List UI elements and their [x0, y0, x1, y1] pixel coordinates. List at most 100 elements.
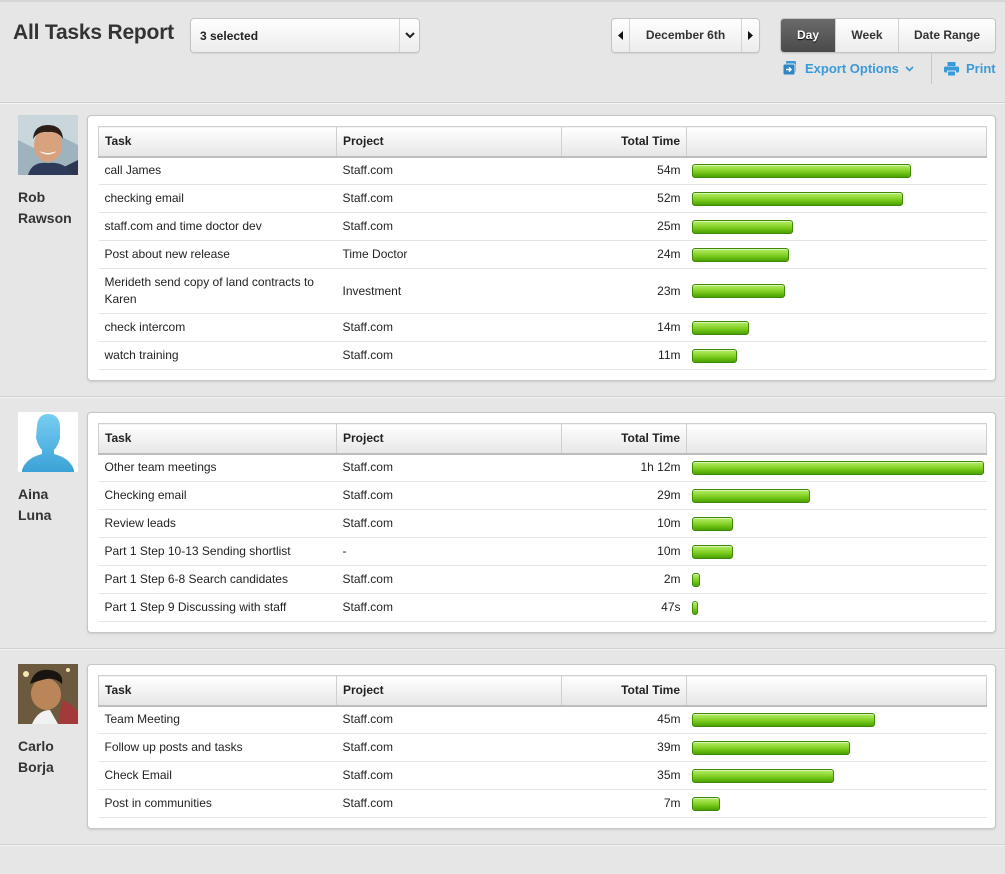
time-bar-cell [686, 733, 987, 762]
total-time: 45m [561, 705, 687, 734]
task-table: Task Project Total Time call James Staff.… [98, 126, 987, 370]
table-row[interactable]: Post in communities Staff.com 7m [98, 789, 987, 818]
total-time: 10m [561, 537, 687, 566]
table-row[interactable]: staff.com and time doctor dev Staff.com 25… [98, 212, 987, 241]
project-name: Staff.com [336, 733, 562, 762]
user-select-dropdown[interactable]: 3 selected [190, 18, 420, 53]
time-bar-cell [686, 565, 987, 594]
time-bar [691, 796, 720, 811]
table-row[interactable]: checking email Staff.com 52m [98, 184, 987, 213]
print-label: Print [966, 61, 996, 76]
time-bar-cell [686, 313, 987, 342]
current-date[interactable]: December 6th [630, 19, 741, 52]
user-first-name: Aina [18, 486, 49, 502]
time-bar [691, 516, 733, 531]
column-header-bar [686, 423, 987, 455]
user-first-name: Carlo [18, 738, 54, 754]
table-row[interactable]: watch training Staff.com 11m [98, 341, 987, 370]
column-header-project[interactable]: Project [336, 675, 562, 707]
total-time: 2m [561, 565, 687, 594]
time-bar-cell [686, 268, 987, 314]
time-bar [691, 163, 911, 178]
task-name: Part 1 Step 10-13 Sending shortlist [98, 537, 337, 566]
export-options-button[interactable]: Export Options [782, 61, 914, 76]
time-bar-cell [686, 156, 987, 185]
table-header: Task Project Total Time [98, 126, 987, 158]
table-row[interactable]: call James Staff.com 54m [98, 156, 987, 185]
column-header-project[interactable]: Project [336, 423, 562, 455]
project-name: Staff.com [336, 341, 562, 370]
time-bar-cell [686, 509, 987, 538]
time-bar-cell [686, 453, 987, 482]
column-header-task[interactable]: Task [98, 423, 337, 455]
triangle-left-icon [618, 31, 623, 40]
total-time: 1h 12m [561, 453, 687, 482]
table-row[interactable]: Merideth send copy of land contracts to … [98, 268, 987, 314]
table-row[interactable]: check intercom Staff.com 14m [98, 313, 987, 342]
user-last-name: Borja [18, 759, 54, 775]
task-card: Task Project Total Time Other team meeti… [87, 412, 996, 633]
tab-week[interactable]: Week [835, 19, 898, 52]
tab-date-range[interactable]: Date Range [898, 19, 995, 52]
table-row[interactable]: Other team meetings Staff.com 1h 12m [98, 453, 987, 482]
table-row[interactable]: Part 1 Step 10-13 Sending shortlist -10m [98, 537, 987, 566]
total-time: 35m [561, 761, 687, 790]
triangle-right-icon [748, 31, 753, 40]
table-row[interactable]: Post about new release Time Doctor 24m [98, 240, 987, 269]
task-table: Task Project Total Time Team Meeting Staf… [98, 675, 987, 818]
table-row[interactable]: Team Meeting Staff.com 45m [98, 705, 987, 734]
print-button[interactable]: Print [944, 61, 996, 76]
task-name: Post in communities [98, 789, 337, 818]
user-last-name: Luna [18, 507, 52, 523]
column-header-total-time[interactable]: Total Time [561, 423, 687, 455]
table-row[interactable]: Review leads Staff.com 10m [98, 509, 987, 538]
project-name: Staff.com [336, 156, 562, 185]
time-bar [691, 768, 834, 783]
table-row[interactable]: Follow up posts and tasks Staff.com 39m [98, 733, 987, 762]
table-row[interactable]: Part 1 Step 9 Discussing with staff Staff… [98, 593, 987, 622]
date-navigator: December 6th [611, 18, 760, 53]
column-header-project[interactable]: Project [336, 126, 562, 158]
task-name: Post about new release [98, 240, 337, 269]
avatar [18, 412, 78, 472]
column-header-task[interactable]: Task [98, 675, 337, 707]
task-name: Check Email [98, 761, 337, 790]
task-card: Task Project Total Time Team Meeting Staf… [87, 664, 996, 829]
column-header-total-time[interactable]: Total Time [561, 126, 687, 158]
divider [0, 102, 1005, 104]
chevron-down-icon[interactable] [399, 19, 419, 52]
time-bar [691, 284, 785, 298]
project-name: Staff.com [336, 509, 562, 538]
user-name: Rob Rawson [18, 187, 82, 229]
project-name: Staff.com [336, 565, 562, 594]
project-name: Staff.com [336, 761, 562, 790]
time-bar [691, 219, 793, 234]
next-day-button[interactable] [741, 19, 759, 52]
time-bar-cell [686, 341, 987, 370]
previous-day-button[interactable] [612, 19, 630, 52]
time-bar-cell [686, 240, 987, 269]
user-name: Aina Luna [18, 484, 82, 526]
project-name: Staff.com [336, 705, 562, 734]
total-time: 23m [561, 268, 687, 314]
project-name: Staff.com [336, 453, 562, 482]
table-row[interactable]: Checking email Staff.com 29m [98, 481, 987, 510]
table-row[interactable]: Check Email Staff.com 35m [98, 761, 987, 790]
total-time: 39m [561, 733, 687, 762]
total-time: 7m [561, 789, 687, 818]
time-bar-cell [686, 212, 987, 241]
task-name: Team Meeting [98, 705, 337, 734]
task-name: checking email [98, 184, 337, 213]
total-time: 14m [561, 313, 687, 342]
column-header-task[interactable]: Task [98, 126, 337, 158]
column-header-total-time[interactable]: Total Time [561, 675, 687, 707]
time-bar [691, 488, 810, 503]
tab-day[interactable]: Day [781, 19, 835, 52]
toolbar-divider [931, 52, 932, 84]
time-bar [691, 460, 984, 475]
task-name: staff.com and time doctor dev [98, 212, 337, 241]
task-card: Task Project Total Time call James Staff.… [87, 115, 996, 381]
table-row[interactable]: Part 1 Step 6-8 Search candidates Staff.c… [98, 565, 987, 594]
time-bar-cell [686, 593, 987, 622]
time-bar [691, 712, 875, 727]
